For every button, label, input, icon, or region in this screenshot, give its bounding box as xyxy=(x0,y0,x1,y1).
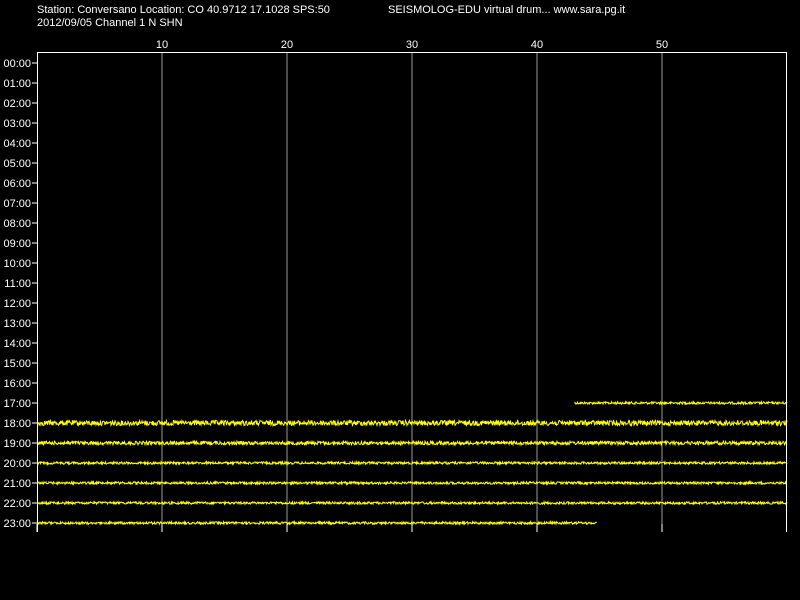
hour-label-0200: 02:00 xyxy=(3,98,31,110)
plot-frame xyxy=(32,52,787,532)
hour-label-1800: 18:00 xyxy=(3,418,31,430)
trace-2200 xyxy=(36,500,788,507)
hour-label-1400: 14:00 xyxy=(3,338,31,350)
hour-label-2100: 21:00 xyxy=(3,478,31,490)
hour-label-0100: 01:00 xyxy=(3,78,31,90)
hour-label-1100: 11:00 xyxy=(4,278,31,290)
hour-label-1700: 17:00 xyxy=(3,398,31,410)
hour-label-1600: 16:00 xyxy=(3,378,31,390)
x-tick-label-20: 20 xyxy=(281,39,293,51)
hour-label-0000: 00:00 xyxy=(3,58,31,70)
hour-label-0600: 06:00 xyxy=(3,178,31,190)
hour-label-1500: 15:00 xyxy=(3,358,31,370)
hour-label-1300: 13:00 xyxy=(3,318,31,330)
hour-label-2000: 20:00 xyxy=(3,458,31,470)
hour-labels: 00:00 01:00 02:00 03:00 04:00 05:00 06:00 07:00… xyxy=(3,58,31,530)
x-tick-label-10: 10 xyxy=(156,39,168,51)
hour-label-0700: 07:00 xyxy=(3,198,31,210)
x-tick-label-40: 40 xyxy=(531,39,543,51)
x-tick-labels: 10 20 30 40 50 xyxy=(156,39,668,51)
trace-1800 xyxy=(36,418,788,428)
hour-label-0800: 08:00 xyxy=(3,218,31,230)
hour-label-2300: 23:00 xyxy=(3,518,31,530)
trace-1700 xyxy=(574,400,788,406)
hour-label-0500: 05:00 xyxy=(3,158,31,170)
hour-label-0400: 04:00 xyxy=(3,138,31,150)
hour-label-1200: 12:00 xyxy=(3,298,31,310)
hour-label-2200: 22:00 xyxy=(3,498,31,510)
x-tick-label-30: 30 xyxy=(406,39,418,51)
hour-label-0300: 03:00 xyxy=(3,118,31,130)
x-tick-label-50: 50 xyxy=(656,39,668,51)
trace-2300 xyxy=(36,519,597,527)
trace-2000 xyxy=(36,459,788,467)
hour-label-1000: 10:00 xyxy=(3,258,31,270)
hour-label-1900: 19:00 xyxy=(3,438,31,450)
hour-label-0900: 09:00 xyxy=(3,238,31,250)
seismic-drum-chart: 10 20 30 40 50 00:00 01:00 02:00 03:00 04:00 05:0… xyxy=(3,39,788,532)
grid-lines xyxy=(161,52,663,532)
